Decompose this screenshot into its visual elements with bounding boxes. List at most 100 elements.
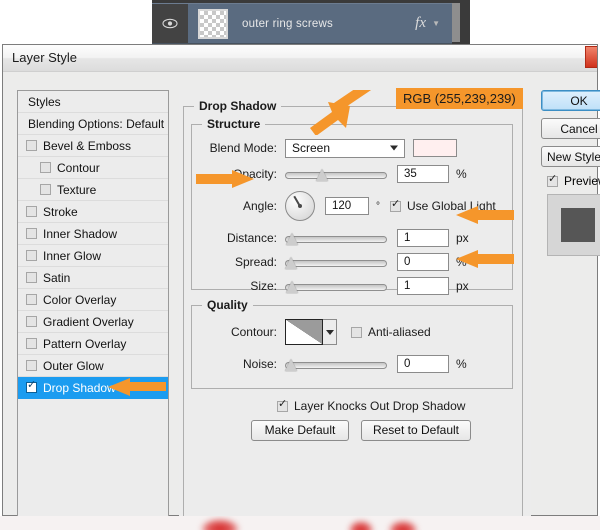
screenshot-root: outer ring screws fx ▼ Layer Style Style… (0, 0, 600, 530)
style-item-inner-glow[interactable]: Inner Glow (18, 245, 168, 267)
angle-label: Angle: (201, 199, 277, 213)
preview-thumbnail (547, 194, 600, 256)
new-style-button[interactable]: New Style... (541, 146, 600, 167)
chevron-down-icon[interactable]: ▼ (432, 19, 440, 28)
reset-to-default-button[interactable]: Reset to Default (361, 420, 471, 441)
shadow-color-swatch[interactable] (413, 139, 457, 157)
opacity-slider[interactable] (285, 167, 387, 181)
spread-slider[interactable] (285, 255, 387, 269)
dialog-titlebar[interactable]: Layer Style (3, 45, 597, 72)
style-checkbox[interactable] (26, 316, 37, 327)
angle-value: 120 (332, 200, 351, 212)
ok-button[interactable]: OK (541, 90, 600, 111)
contour-swatch[interactable] (285, 319, 323, 345)
style-item-label: Bevel & Emboss (43, 139, 131, 153)
distance-unit: px (456, 231, 469, 245)
style-item-contour[interactable]: Contour (18, 157, 168, 179)
make-default-button[interactable]: Make Default (251, 420, 349, 441)
size-slider[interactable] (285, 279, 387, 293)
layer-row[interactable]: outer ring screws fx ▼ (152, 3, 452, 44)
style-item-inner-shadow[interactable]: Inner Shadow (18, 223, 168, 245)
style-item-label: Inner Shadow (43, 227, 117, 241)
spread-input[interactable]: 0 (397, 253, 449, 271)
slider-thumb[interactable] (286, 281, 299, 293)
drop-shadow-settings-pane: Drop Shadow Structure Blend Mode: Screen… (179, 90, 531, 530)
style-checkbox[interactable] (26, 206, 37, 217)
style-checkbox[interactable] (26, 382, 37, 393)
size-input[interactable]: 1 (397, 277, 449, 295)
artwork-blob (388, 520, 418, 530)
opacity-input[interactable]: 35 (397, 165, 449, 183)
layer-knocks-out-checkbox[interactable] (277, 401, 288, 412)
slider-thumb[interactable] (286, 233, 299, 245)
fx-icon[interactable]: fx (415, 15, 426, 32)
style-checkbox[interactable] (26, 294, 37, 305)
distance-row: Distance: 1 px (201, 228, 513, 248)
contour-label: Contour: (201, 325, 277, 339)
arrow-to-size (452, 248, 514, 270)
style-item-label: Contour (57, 161, 100, 175)
contour-picker[interactable] (285, 319, 337, 345)
style-checkbox[interactable] (26, 338, 37, 349)
close-icon[interactable] (585, 46, 597, 68)
layers-panel-scrollbar[interactable] (452, 3, 460, 42)
style-item-texture[interactable]: Texture (18, 179, 168, 201)
style-item-label: Blending Options: Default (28, 117, 164, 131)
noise-slider[interactable] (285, 357, 387, 371)
blend-mode-select[interactable]: Screen (285, 139, 405, 158)
style-checkbox[interactable] (26, 140, 37, 151)
arrow-to-blend-mode (310, 90, 405, 135)
style-item-gradient-overlay[interactable]: Gradient Overlay (18, 311, 168, 333)
noise-row: Noise: 0 % (201, 354, 513, 374)
style-item-satin[interactable]: Satin (18, 267, 168, 289)
layer-visibility-toggle[interactable] (152, 4, 188, 43)
chevron-down-icon (390, 146, 398, 151)
cancel-button[interactable]: Cancel (541, 118, 600, 139)
styles-list: Styles Blending Options: Default Bevel & E… (17, 90, 169, 530)
style-item-label: Gradient Overlay (43, 315, 134, 329)
angle-input[interactable]: 120 (325, 197, 369, 215)
style-item-pattern-overlay[interactable]: Pattern Overlay (18, 333, 168, 355)
slider-thumb[interactable] (285, 359, 298, 371)
angle-dial[interactable] (285, 191, 315, 221)
style-checkbox[interactable] (26, 272, 37, 283)
distance-value: 1 (404, 232, 410, 244)
style-item-outer-glow[interactable]: Outer Glow (18, 355, 168, 377)
style-checkbox[interactable] (40, 162, 51, 173)
background-artwork (0, 516, 600, 530)
style-checkbox[interactable] (26, 228, 37, 239)
artwork-blob (200, 518, 240, 530)
style-checkbox[interactable] (40, 184, 51, 195)
anti-aliased-label: Anti-aliased (368, 325, 431, 339)
spread-label: Spread: (201, 255, 277, 269)
distance-input[interactable]: 1 (397, 229, 449, 247)
size-unit: px (456, 279, 469, 293)
style-item-label: Color Overlay (43, 293, 116, 307)
arrow-to-drop-shadow (104, 377, 166, 397)
style-checkbox[interactable] (26, 250, 37, 261)
knockout-row: Layer Knocks Out Drop Shadow (277, 396, 465, 416)
preview-label: Preview (564, 174, 600, 188)
photoshop-backdrop: outer ring screws fx ▼ (0, 0, 600, 46)
slider-thumb[interactable] (316, 169, 329, 181)
opacity-value: 35 (404, 168, 417, 180)
style-item-blending-options-default[interactable]: Blending Options: Default (18, 113, 168, 135)
style-checkbox[interactable] (26, 360, 37, 371)
style-item-bevel-emboss[interactable]: Bevel & Emboss (18, 135, 168, 157)
opacity-unit: % (456, 167, 467, 181)
reset-to-default-label: Reset to Default (373, 423, 459, 437)
use-global-light-checkbox[interactable] (390, 201, 401, 212)
noise-input[interactable]: 0 (397, 355, 449, 373)
style-item-color-overlay[interactable]: Color Overlay (18, 289, 168, 311)
layer-thumbnail[interactable] (198, 9, 228, 39)
style-item-stroke[interactable]: Stroke (18, 201, 168, 223)
contour-dropdown-button[interactable] (323, 319, 337, 345)
preview-checkbox[interactable] (547, 176, 558, 187)
anti-aliased-checkbox[interactable] (351, 327, 362, 338)
eye-icon (162, 18, 178, 29)
angle-hub (298, 204, 302, 208)
blend-mode-label: Blend Mode: (201, 141, 277, 155)
slider-thumb[interactable] (285, 257, 298, 269)
style-item-styles[interactable]: Styles (18, 91, 168, 113)
distance-slider[interactable] (285, 231, 387, 245)
